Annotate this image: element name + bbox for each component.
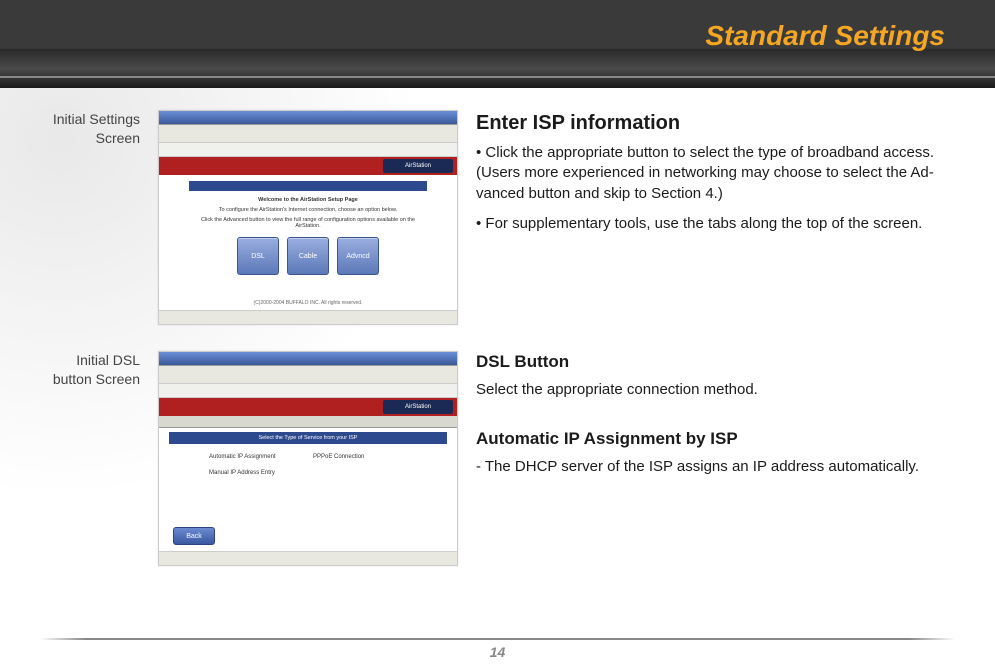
footer-divider [40,638,955,640]
scr1-bluebar [189,181,427,191]
footer-area: 14 [0,638,995,660]
heading-auto-ip: Automatic IP Assignment by ISP [476,428,955,451]
scr1-cable-button[interactable]: Cable [287,237,329,275]
heading-enter-isp: Enter ISP information [476,110,955,137]
text-auto-ip-body: - The DHCP server of the ISP assigns an … [476,457,955,477]
scr1-statusbar [159,310,457,324]
scr1-welcome-line1: To configure the AirStation's Internet c… [189,207,427,213]
screenshot-dsl-screen: AirStation Select the Type of Service fr… [158,351,458,566]
scr2-back-button[interactable]: Back [173,527,215,545]
scr1-button-row: DSL Cable Advncd [189,237,427,275]
bullet-tabs: • For supplementary tools, use the tabs … [476,214,955,234]
scr2-titlebar [159,352,457,366]
scr1-advanced-button[interactable]: Advncd [337,237,379,275]
page-number: 14 [0,644,995,660]
scr2-opt-manual-ip[interactable]: Manual IP Address Entry [209,470,303,476]
scr2-body: AirStation Select the Type of Service fr… [159,398,457,565]
section-enter-isp: Enter ISP information • Click the approp… [476,110,955,244]
scr1-welcome-line2: Click the Advanced button to view the fu… [189,217,427,229]
scr2-brandbar: AirStation [159,398,457,416]
bullet-broadband-select: • Click the appropriate button to select… [476,143,955,204]
scr1-body: AirStation Welcome to the AirStation Set… [159,157,457,324]
scr1-titlebar [159,111,457,125]
caption-thumb2: Initial DSL button Screen [40,351,140,389]
scr2-tab-row [159,416,457,428]
heading-dsl-button: DSL Button [476,351,955,374]
content-area: Initial Settings Screen AirStation Welco… [0,88,995,566]
scr1-welcome-title: Welcome to the AirStation Setup Page [189,197,427,203]
scr1-toolbar [159,125,457,143]
scr1-copyright: (C)2000-2004 BUFFALO INC. All rights res… [159,300,457,306]
scr2-toolbar [159,366,457,384]
header-divider [0,76,995,78]
row-initial-settings: Initial Settings Screen AirStation Welco… [40,110,955,325]
scr2-statusbar [159,551,457,565]
scr1-intro: Welcome to the AirStation Setup Page To … [189,181,427,275]
scr2-options: Automatic IP Assignment PPPoE Connection… [209,454,407,476]
thumb-initial-settings: AirStation Welcome to the AirStation Set… [158,110,458,325]
scr2-addrbar [159,384,457,398]
scr2-blue-title: Select the Type of Service from your ISP [169,432,447,444]
thumb-dsl-screen: AirStation Select the Type of Service fr… [158,351,458,566]
page-header-title: Standard Settings [705,20,945,52]
scr1-brand-right: AirStation [383,159,453,173]
row-dsl-screen: Initial DSL button Screen AirStation Sel… [40,351,955,566]
screenshot-initial-settings: AirStation Welcome to the AirStation Set… [158,110,458,325]
caption-thumb1: Initial Settings Screen [40,110,140,148]
scr2-opt-auto-ip[interactable]: Automatic IP Assignment [209,454,303,460]
scr1-addrbar [159,143,457,157]
section-dsl-and-autoip: DSL Button Select the appropriate connec… [476,351,955,487]
text-dsl-body: Select the appropriate connection method… [476,380,955,400]
header-band: Standard Settings [0,0,995,88]
scr1-dsl-button[interactable]: DSL [237,237,279,275]
scr2-opt-empty [313,470,407,476]
scr2-brand-right: AirStation [383,400,453,414]
scr2-opt-pppoe[interactable]: PPPoE Connection [313,454,407,460]
scr1-brandbar: AirStation [159,157,457,175]
spacer [476,410,955,428]
